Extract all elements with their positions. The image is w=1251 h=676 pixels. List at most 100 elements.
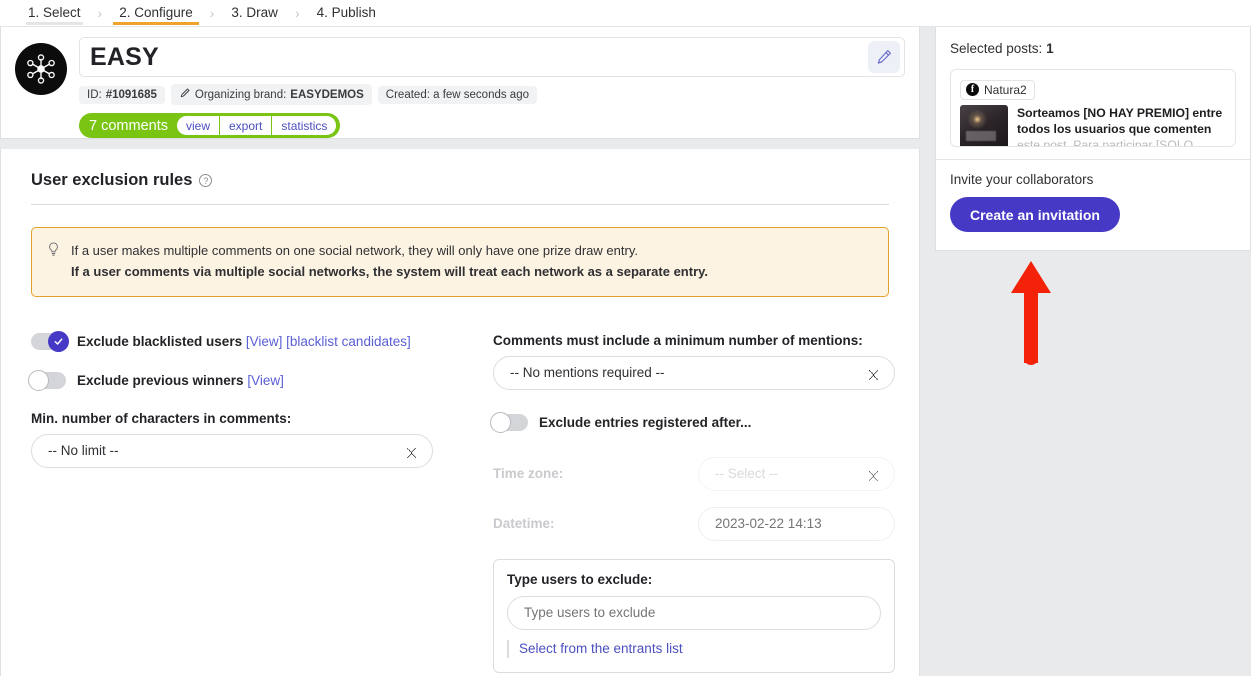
selected-posts-summary: Selected posts: 1	[950, 41, 1236, 56]
type-users-to-exclude-input[interactable]	[507, 595, 881, 630]
facebook-icon: f	[966, 83, 979, 96]
comments-view-link[interactable]: view	[177, 116, 220, 135]
create-invitation-button[interactable]: Create an invitation	[950, 197, 1120, 232]
timezone-control: -- Select --	[698, 456, 895, 491]
post-network-name: Natura2	[984, 82, 1027, 97]
chevron-right-icon: ›	[97, 5, 103, 21]
organizing-brand-value: EASYDEMOS	[290, 88, 364, 101]
post-text: Sorteamos [NO HAY PREMIO] entre todos lo…	[1017, 105, 1223, 147]
pencil-icon[interactable]	[868, 41, 900, 73]
selected-posts-count: 1	[1046, 41, 1054, 56]
datetime-row: Datetime:	[493, 506, 895, 541]
invite-collaborators-label: Invite your collaborators	[950, 172, 1094, 187]
post-network-badge: f Natura2	[960, 79, 1035, 100]
info-notice: If a user makes multiple comments on one…	[31, 227, 889, 297]
promotion-id-chip: ID: #1091685	[79, 85, 165, 104]
created-chip: Created: a few seconds ago	[377, 85, 537, 104]
toggle-knob-unchecked	[490, 411, 511, 433]
step-select[interactable]: 1. Select	[18, 2, 91, 25]
min-chars-select[interactable]: -- No limit --	[31, 433, 433, 468]
exclude-blacklisted-label: Exclude blacklisted users [View] [blackl…	[77, 334, 411, 349]
promotion-header-card: EASY ID: #1091685 Organizing brand: EASY…	[0, 27, 920, 139]
promotion-title-field[interactable]: EASY	[79, 37, 905, 77]
exclude-blacklisted-row: Exclude blacklisted users [View] [blackl…	[31, 330, 433, 352]
selected-posts-panel: Selected posts: 1 f Natura2 Sorteamos [N…	[935, 27, 1251, 251]
blacklist-candidates-link[interactable]: [blacklist candidates]	[286, 334, 411, 349]
timezone-select[interactable]: -- Select --	[698, 456, 895, 491]
sidebar-column: Selected posts: 1 f Natura2 Sorteamos [N…	[920, 27, 1251, 371]
step-configure[interactable]: 2. Configure	[109, 2, 203, 25]
section-title: User exclusion rules ?	[31, 171, 889, 190]
promotion-meta-row: ID: #1091685 Organizing brand: EASYDEMOS…	[79, 84, 905, 105]
type-users-to-exclude-box: Type users to exclude: Select from the e…	[493, 558, 895, 673]
exclude-blacklisted-text: Exclude blacklisted users	[77, 333, 243, 349]
rules-right-column: Comments must include a minimum number o…	[490, 332, 895, 673]
comments-actions: view export statistics	[176, 116, 337, 135]
step-draw[interactable]: 3. Draw	[221, 2, 288, 25]
invite-collaborators-section: Invite your collaborators Create an invi…	[950, 160, 1236, 250]
wizard-stepper: 1. Select › 2. Configure › 3. Draw › 4. …	[0, 0, 1251, 27]
page-body: EASY ID: #1091685 Organizing brand: EASY…	[0, 27, 1251, 676]
post-text-line-3: este post. Para participar [SOLO	[1017, 137, 1194, 147]
post-thumbnail-image	[960, 104, 1008, 146]
exclude-previous-winners-label: Exclude previous winners [View]	[77, 373, 284, 388]
previous-winners-view-link[interactable]: [View]	[247, 373, 284, 388]
exclude-after-row: Exclude entries registered after...	[490, 411, 895, 433]
comments-count-label: 7 comments	[89, 117, 168, 134]
chevron-right-icon: ›	[209, 5, 215, 21]
post-body: Sorteamos [NO HAY PREMIO] entre todos lo…	[960, 104, 1226, 147]
timezone-label: Time zone:	[493, 466, 564, 482]
created-label: Created: a few seconds ago	[385, 88, 529, 101]
blacklist-view-link[interactable]: [View]	[246, 334, 283, 349]
header-body: EASY ID: #1091685 Organizing brand: EASY…	[79, 37, 905, 138]
rules-columns: Exclude blacklisted users [View] [blackl…	[28, 330, 895, 673]
red-up-arrow-icon	[1009, 259, 1053, 374]
page-title: EASY	[90, 42, 159, 71]
network-hub-icon	[15, 43, 67, 95]
step-configure-label: 2. Configure	[119, 4, 193, 20]
type-users-to-exclude-label: Type users to exclude:	[507, 571, 653, 587]
tag-icon	[179, 87, 191, 102]
rules-left-column: Exclude blacklisted users [View] [blackl…	[28, 330, 433, 673]
timezone-row: Time zone: -- Select --	[493, 456, 895, 491]
toggle-knob-checked	[48, 330, 69, 352]
organizing-brand-label: Organizing brand:	[194, 88, 287, 101]
min-mentions-select[interactable]: -- No mentions required --	[493, 355, 895, 390]
question-mark-icon[interactable]: ?	[199, 174, 213, 187]
exclude-entries-after-label: Exclude entries registered after...	[539, 414, 752, 430]
notice-line-2: If a user comments via multiple social n…	[71, 264, 709, 280]
toggle-knob-unchecked	[28, 369, 49, 391]
exclude-previous-winners-row: Exclude previous winners [View]	[28, 369, 433, 391]
exclude-blacklisted-toggle[interactable]	[31, 330, 69, 352]
notice-line-1: If a user makes multiple comments on one…	[71, 243, 638, 258]
min-mentions-label: Comments must include a minimum number o…	[493, 332, 863, 348]
chevron-right-icon: ›	[294, 5, 300, 21]
user-exclusion-rules-card: User exclusion rules ? If a user makes m…	[0, 149, 920, 676]
lightbulb-icon	[46, 241, 61, 283]
step-draw-label: 3. Draw	[231, 4, 278, 20]
selected-post-card[interactable]: f Natura2 Sorteamos [NO HAY PREMIO] entr…	[950, 69, 1236, 147]
select-from-entrants-link[interactable]: Select from the entrants list	[519, 641, 683, 656]
datetime-label: Datetime:	[493, 516, 555, 532]
step-publish-label: 4. Publish	[316, 4, 376, 20]
exclude-previous-winners-toggle[interactable]	[28, 369, 66, 391]
min-chars-label: Min. number of characters in comments:	[31, 410, 292, 426]
comments-statistics-link[interactable]: statistics	[272, 116, 336, 135]
notice-text: If a user makes multiple comments on one…	[71, 240, 708, 283]
step-publish[interactable]: 4. Publish	[307, 2, 386, 25]
section-divider	[31, 204, 889, 205]
datetime-input[interactable]	[698, 506, 895, 541]
datetime-control	[698, 506, 895, 541]
organizing-brand-chip: Organizing brand: EASYDEMOS	[170, 84, 372, 105]
exclude-entries-after-toggle[interactable]	[490, 411, 528, 433]
main-column: EASY ID: #1091685 Organizing brand: EASY…	[0, 27, 920, 676]
promotion-id-value: #1091685	[105, 88, 157, 101]
exclude-previous-winners-text: Exclude previous winners	[77, 372, 244, 388]
card-divider-gap	[0, 139, 920, 149]
selected-posts-label: Selected posts:	[950, 41, 1047, 56]
post-text-line-2: todos los usuarios que comenten	[1017, 121, 1212, 136]
comments-badge: 7 comments view export statistics	[79, 113, 341, 138]
comments-export-link[interactable]: export	[220, 116, 273, 135]
entrants-link-row: Select from the entrants list	[507, 639, 881, 658]
post-text-line-1: Sorteamos [NO HAY PREMIO] entre	[1017, 105, 1223, 120]
